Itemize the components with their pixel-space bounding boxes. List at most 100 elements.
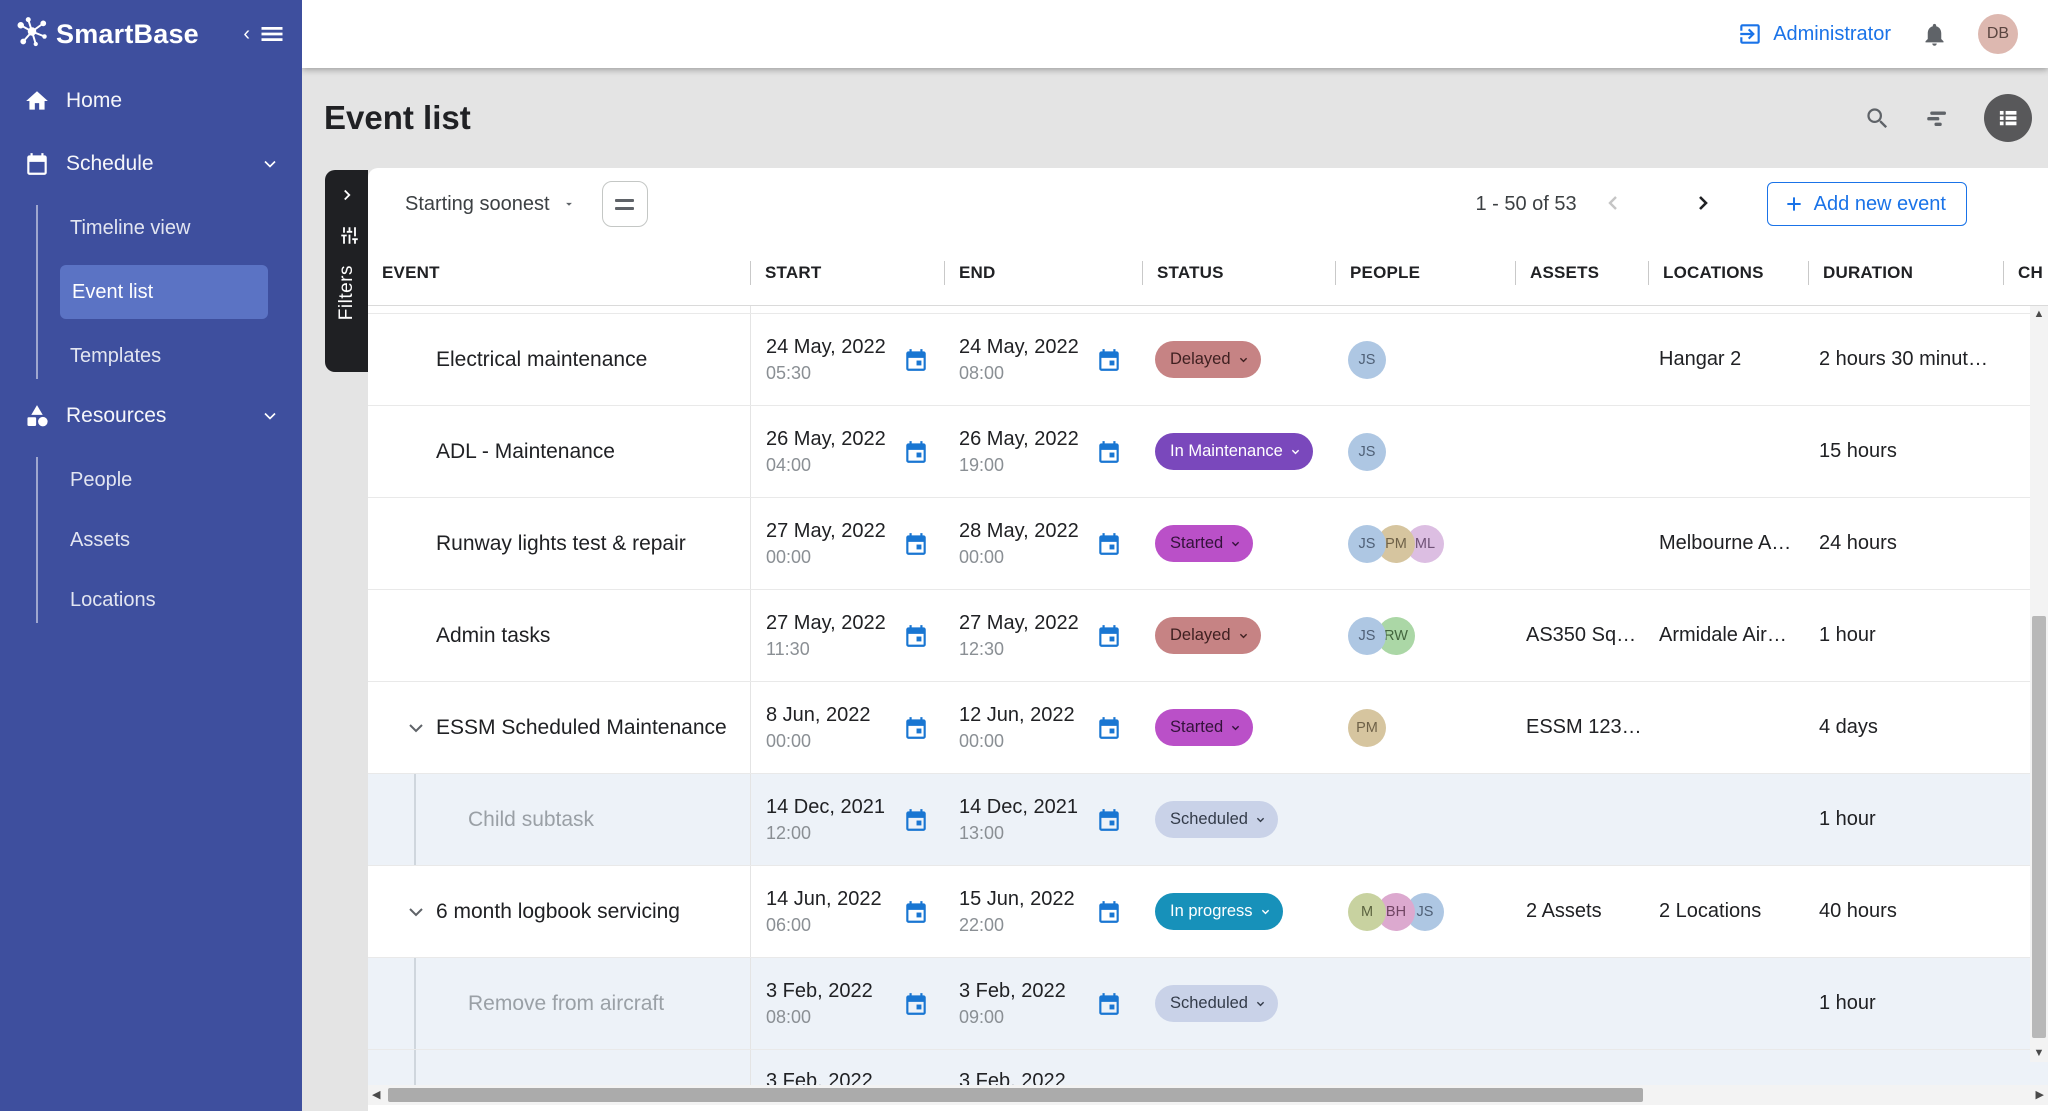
chevron-down-icon bbox=[260, 154, 280, 174]
event-name[interactable]: ADL - Maintenance bbox=[436, 440, 615, 464]
previous-page-button[interactable] bbox=[1597, 187, 1629, 222]
column-header-locations[interactable]: LOCATIONS bbox=[1648, 240, 1808, 305]
calendar-picker-icon[interactable] bbox=[1096, 347, 1122, 373]
smartbase-logo-icon bbox=[12, 14, 52, 54]
event-name[interactable]: Admin tasks bbox=[436, 624, 550, 648]
column-header-checklists[interactable]: CH bbox=[2003, 240, 2048, 305]
add-new-event-button[interactable]: Add new event bbox=[1767, 182, 1967, 226]
vertical-scrollbar[interactable]: ▲ ▼ bbox=[2030, 306, 2048, 1062]
calendar-picker-icon[interactable] bbox=[1096, 715, 1122, 741]
status-badge[interactable]: Started bbox=[1155, 709, 1253, 746]
start-date: 14 Dec, 2021 bbox=[766, 796, 903, 819]
calendar-picker-icon[interactable] bbox=[903, 531, 929, 557]
end-date: 27 May, 2022 bbox=[959, 612, 1096, 635]
column-header-duration[interactable]: DURATION bbox=[1808, 240, 2003, 305]
filters-panel-tab[interactable]: Filters bbox=[325, 170, 368, 372]
search-button[interactable] bbox=[1864, 105, 1891, 132]
event-name[interactable]: Remove from aircraft bbox=[468, 992, 664, 1016]
sidebar-item-resources[interactable]: Resources bbox=[0, 393, 302, 439]
status-badge[interactable]: In progress bbox=[1155, 893, 1283, 930]
person-avatar[interactable]: JS bbox=[1348, 617, 1386, 655]
start-time: 06:00 bbox=[766, 915, 903, 936]
calendar-picker-icon[interactable] bbox=[1096, 531, 1122, 557]
end-time: 22:00 bbox=[959, 915, 1096, 936]
horizontal-scrollbar-thumb[interactable] bbox=[388, 1088, 1643, 1102]
chevron-down-icon bbox=[1288, 444, 1303, 459]
people-cell: JS bbox=[1335, 314, 1515, 405]
status-badge[interactable]: Started bbox=[1155, 525, 1253, 562]
people-cell bbox=[1335, 958, 1515, 1049]
column-header-start[interactable]: START bbox=[750, 240, 944, 305]
person-avatar[interactable]: PM bbox=[1348, 709, 1386, 747]
calendar-picker-icon[interactable] bbox=[903, 991, 929, 1017]
event-name[interactable]: Runway lights test & repair bbox=[436, 532, 686, 556]
sidebar-item-assets[interactable]: Assets bbox=[38, 517, 302, 563]
person-avatar[interactable]: M bbox=[1348, 893, 1386, 931]
status-badge[interactable]: Delayed bbox=[1155, 617, 1261, 654]
user-avatar[interactable]: DB bbox=[1978, 14, 2018, 54]
calendar-picker-icon[interactable] bbox=[1096, 899, 1122, 925]
scroll-left-icon[interactable]: ◀ bbox=[372, 1090, 380, 1101]
event-list-panel: Starting soonest 1 - 50 of 53 Add new ev… bbox=[368, 168, 2048, 1111]
person-avatar[interactable]: JS bbox=[1348, 341, 1386, 379]
person-avatar[interactable]: JS bbox=[1348, 433, 1386, 471]
status-badge[interactable]: In Maintenance bbox=[1155, 433, 1313, 470]
event-name[interactable]: 6 month logbook servicing bbox=[436, 900, 680, 924]
person-avatar[interactable]: JS bbox=[1348, 525, 1386, 563]
column-header-people[interactable]: PEOPLE bbox=[1335, 240, 1515, 305]
scroll-down-icon[interactable]: ▼ bbox=[2034, 1048, 2045, 1059]
sidebar-item-people[interactable]: People bbox=[38, 457, 302, 503]
calendar-picker-icon[interactable] bbox=[1096, 623, 1122, 649]
calendar-picker-icon[interactable] bbox=[903, 807, 929, 833]
event-name[interactable]: Electrical maintenance bbox=[436, 348, 647, 372]
calendar-picker-icon[interactable] bbox=[1096, 807, 1122, 833]
administrator-link[interactable]: Administrator bbox=[1737, 21, 1891, 47]
calendar-picker-icon[interactable] bbox=[1096, 439, 1122, 465]
status-badge[interactable]: Scheduled bbox=[1155, 985, 1278, 1022]
people-cell: JS bbox=[1335, 406, 1515, 497]
end-time: 19:00 bbox=[959, 455, 1096, 476]
sidebar-item-event-list[interactable]: Event list bbox=[60, 265, 268, 319]
row-expander-icon[interactable] bbox=[404, 716, 428, 740]
collapse-icon[interactable]: ‹ bbox=[243, 24, 250, 44]
calendar-picker-icon[interactable] bbox=[903, 899, 929, 925]
sort-dropdown[interactable]: Starting soonest bbox=[405, 193, 576, 216]
timeline-view-toggle[interactable] bbox=[1923, 104, 1952, 133]
calendar-picker-icon[interactable] bbox=[903, 715, 929, 741]
child-indent-line bbox=[414, 1050, 416, 1085]
status-label: Delayed bbox=[1170, 350, 1231, 369]
column-header-assets[interactable]: ASSETS bbox=[1515, 240, 1648, 305]
calendar-picker-icon[interactable] bbox=[903, 623, 929, 649]
sidebar-item-timeline-view[interactable]: Timeline view bbox=[38, 205, 302, 251]
scroll-right-icon[interactable]: ▶ bbox=[2036, 1090, 2044, 1101]
sidebar-item-home[interactable]: Home bbox=[0, 78, 302, 124]
column-header-status[interactable]: STATUS bbox=[1142, 240, 1335, 305]
chevron-down-icon bbox=[1253, 812, 1268, 827]
calendar-picker-icon[interactable] bbox=[1096, 991, 1122, 1017]
vertical-scrollbar-thumb[interactable] bbox=[2032, 616, 2046, 1038]
scroll-up-icon[interactable]: ▲ bbox=[2034, 309, 2045, 320]
event-name[interactable]: ESSM Scheduled Maintenance bbox=[436, 716, 727, 740]
sort-label: Starting soonest bbox=[405, 193, 550, 216]
sidebar-item-label: Schedule bbox=[66, 152, 154, 176]
density-toggle-button[interactable] bbox=[602, 181, 648, 227]
next-page-button[interactable] bbox=[1687, 187, 1719, 222]
column-header-end[interactable]: END bbox=[944, 240, 1142, 305]
sidebar-item-templates[interactable]: Templates bbox=[38, 333, 302, 379]
end-time: 13:00 bbox=[959, 823, 1096, 844]
event-name[interactable]: Child subtask bbox=[468, 808, 594, 832]
calendar-picker-icon[interactable] bbox=[903, 347, 929, 373]
status-badge[interactable]: Scheduled bbox=[1155, 801, 1278, 838]
list-view-toggle[interactable] bbox=[1984, 94, 2032, 142]
menu-icon[interactable] bbox=[258, 20, 286, 48]
horizontal-scrollbar[interactable]: ◀ ▶ bbox=[368, 1085, 2048, 1105]
calendar-picker-icon[interactable] bbox=[903, 439, 929, 465]
schedule-sub-list: Timeline view Event list Templates bbox=[36, 205, 302, 379]
status-badge[interactable]: Delayed bbox=[1155, 341, 1261, 378]
row-expander-icon[interactable] bbox=[404, 900, 428, 924]
column-header-event[interactable]: EVENT bbox=[368, 240, 750, 305]
sidebar-item-schedule[interactable]: Schedule bbox=[0, 141, 302, 187]
notifications-button[interactable] bbox=[1921, 21, 1948, 48]
app-title: SmartBase bbox=[56, 19, 199, 50]
sidebar-item-locations[interactable]: Locations bbox=[38, 577, 302, 623]
